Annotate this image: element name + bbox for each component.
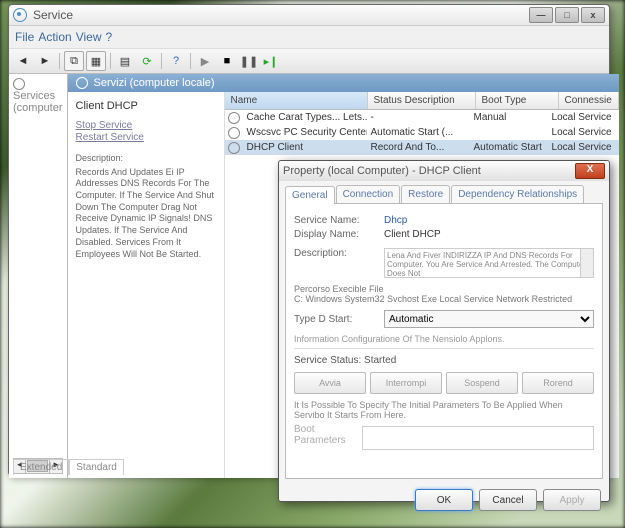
tab-extended[interactable]: Extended bbox=[13, 459, 69, 475]
props-button[interactable]: ▦ bbox=[86, 51, 106, 71]
description-box[interactable]: Lena And Fiver INDIRIZZA IP And DNS Reco… bbox=[384, 248, 594, 278]
service-name-value: Dhcp bbox=[384, 215, 594, 226]
help-icon[interactable]: ? bbox=[166, 51, 186, 71]
boot-param-label: Boot Parameters bbox=[294, 424, 362, 446]
desc-text: Records And Updates Ei IP Addresses DNS … bbox=[76, 167, 216, 261]
service-name-label: Service Name: bbox=[294, 215, 384, 226]
column-headers[interactable]: Name Status Description Boot Type Connes… bbox=[225, 92, 619, 110]
stop-button[interactable]: Interrompi bbox=[370, 372, 442, 394]
export-icon[interactable]: ▤ bbox=[115, 51, 135, 71]
tree-pane[interactable]: Services (computer ◄► bbox=[9, 74, 68, 478]
apply-button[interactable]: Apply bbox=[543, 489, 601, 511]
table-row[interactable]: DHCP Client Record And To... Automatic S… bbox=[225, 140, 619, 155]
up-button[interactable]: ⧉ bbox=[64, 51, 84, 71]
pause-button[interactable]: Sospend bbox=[446, 372, 518, 394]
header-title: Servizi (computer locale) bbox=[94, 77, 215, 89]
restart-icon[interactable]: ▸❙ bbox=[261, 51, 281, 71]
table-row[interactable]: Cache Carat Types... Lets... - Manual Lo… bbox=[225, 110, 619, 125]
tab-connection[interactable]: Connection bbox=[336, 185, 401, 203]
tab-dependencies[interactable]: Dependency Relationships bbox=[451, 185, 584, 203]
info-text: Information Configuratione Of The Nensio… bbox=[294, 334, 594, 349]
display-name-label: Display Name: bbox=[294, 229, 384, 240]
toolbar: ◄ ► ⧉ ▦ ▤ ⟳ ? ▶ ■ ❚❚ ▸❙ bbox=[9, 48, 609, 74]
gear-icon bbox=[228, 142, 240, 154]
description-label: Description: bbox=[294, 248, 384, 259]
table-row[interactable]: Wscsvc PC Security Center (C.. Automatic… bbox=[225, 125, 619, 140]
start-button[interactable]: Avvia bbox=[294, 372, 366, 394]
dialog-title: Property (local Computer) - DHCP Client bbox=[283, 165, 575, 177]
gear-icon bbox=[228, 112, 240, 124]
display-name-value: Client DHCP bbox=[384, 229, 594, 240]
cancel-button[interactable]: Cancel bbox=[479, 489, 537, 511]
view-tabs[interactable]: ExtendedStandard bbox=[13, 462, 124, 473]
title-bar[interactable]: Service — □ x bbox=[9, 5, 609, 26]
start-type-select[interactable]: Automatic bbox=[384, 310, 594, 328]
back-button[interactable]: ◄ bbox=[13, 51, 33, 71]
restart-service-link[interactable]: Restart Service bbox=[76, 132, 216, 143]
stop-service-link[interactable]: Stop Service bbox=[76, 120, 216, 131]
path-value: C: Windows System32 Svchost Exe Local Se… bbox=[294, 294, 594, 304]
tab-general[interactable]: General bbox=[285, 186, 335, 204]
refresh-icon[interactable]: ⟳ bbox=[137, 51, 157, 71]
tab-standard[interactable]: Standard bbox=[69, 459, 124, 475]
desc-label: Description: bbox=[76, 153, 216, 165]
ok-button[interactable]: OK bbox=[415, 489, 473, 511]
content-header: Servizi (computer locale) bbox=[68, 74, 619, 92]
path-label: Percorso Execible File bbox=[294, 284, 594, 294]
status-label: Service Status: bbox=[294, 355, 361, 366]
col-boot[interactable]: Boot Type bbox=[476, 92, 559, 109]
gear-icon bbox=[13, 78, 25, 90]
gear-icon bbox=[228, 127, 240, 139]
status-value: Started bbox=[364, 355, 396, 366]
tab-restore[interactable]: Restore bbox=[401, 185, 450, 203]
boot-param-input[interactable] bbox=[362, 426, 594, 450]
resume-button[interactable]: Rorend bbox=[522, 372, 594, 394]
menu-action[interactable]: Action bbox=[38, 30, 71, 44]
app-icon bbox=[13, 8, 27, 22]
menu-view[interactable]: View bbox=[76, 30, 102, 44]
minimize-button[interactable]: — bbox=[529, 7, 553, 23]
note-text: It Is Possible To Specify The Initial Pa… bbox=[294, 400, 594, 420]
window-title: Service bbox=[33, 8, 529, 22]
forward-button[interactable]: ► bbox=[35, 51, 55, 71]
menu-help[interactable]: ? bbox=[106, 30, 113, 44]
col-conn[interactable]: Connessie bbox=[559, 92, 619, 109]
tree-root[interactable]: Services (computer bbox=[13, 78, 63, 114]
play-icon[interactable]: ▶ bbox=[195, 51, 215, 71]
dialog-tabs: General Connection Restore Dependency Re… bbox=[279, 181, 609, 203]
menu-bar: File Action View ? bbox=[9, 26, 609, 48]
menu-file[interactable]: File bbox=[15, 30, 34, 44]
detail-pane: Client DHCP Stop Service Restart Service… bbox=[68, 92, 225, 478]
dialog-close-button[interactable]: X bbox=[575, 163, 605, 179]
detail-title: Client DHCP bbox=[76, 100, 216, 112]
col-name[interactable]: Name bbox=[225, 92, 368, 109]
pause-icon[interactable]: ❚❚ bbox=[239, 51, 259, 71]
close-button[interactable]: x bbox=[581, 7, 605, 23]
properties-dialog: Property (local Computer) - DHCP Client … bbox=[278, 160, 610, 502]
col-status[interactable]: Status Description bbox=[368, 92, 476, 109]
stop-icon[interactable]: ■ bbox=[217, 51, 237, 71]
maximize-button[interactable]: □ bbox=[555, 7, 579, 23]
desc-scrollbar[interactable] bbox=[580, 249, 593, 277]
dialog-body: Service Name: Dhcp Display Name: Client … bbox=[285, 203, 603, 479]
gear-icon bbox=[76, 77, 88, 89]
dialog-title-bar[interactable]: Property (local Computer) - DHCP Client … bbox=[279, 161, 609, 181]
start-type-label: Type D Start: bbox=[294, 314, 384, 325]
